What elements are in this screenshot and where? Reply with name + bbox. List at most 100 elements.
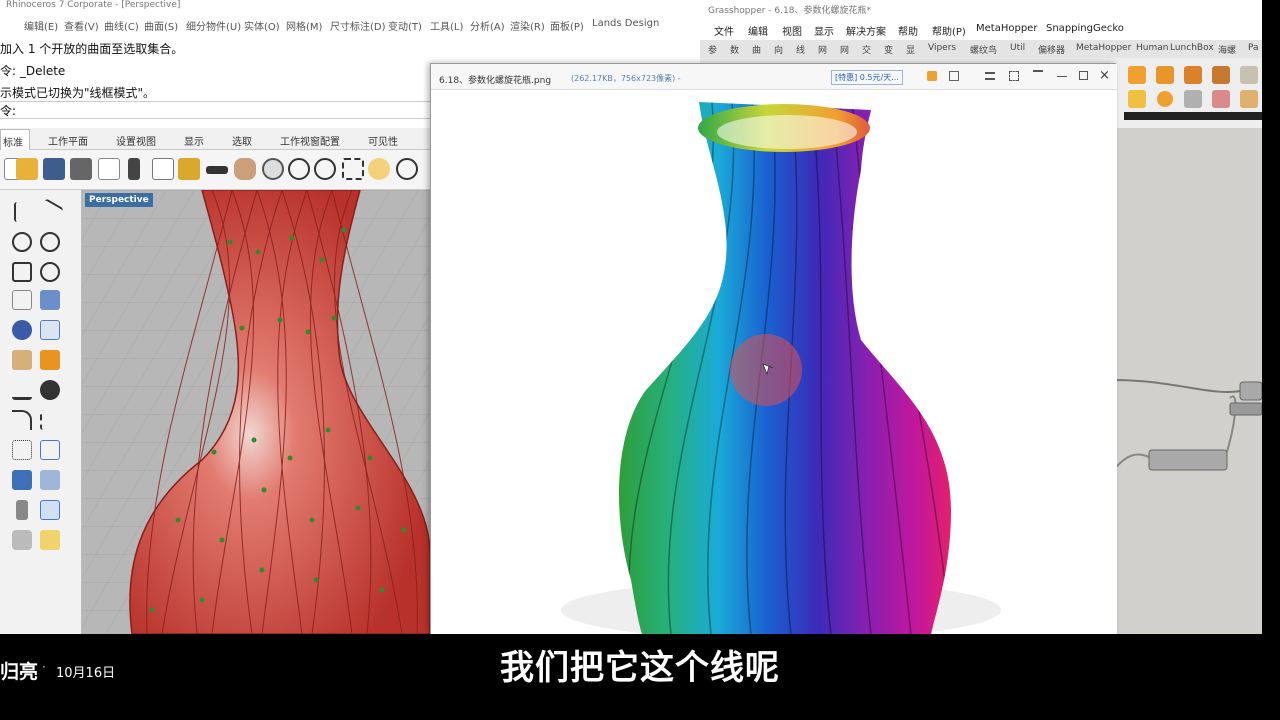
gh-tab[interactable]: Pa	[1248, 43, 1259, 53]
menu-item[interactable]: 实体(O)	[244, 18, 280, 33]
menu-item[interactable]: 工具(L)	[430, 18, 463, 33]
gh-tab[interactable]: 曲	[752, 43, 761, 56]
tab-cplanes[interactable]: 工作平面	[48, 133, 88, 148]
shade-icon[interactable]	[12, 530, 32, 550]
gh-tab[interactable]: MetaHopper	[1076, 43, 1131, 53]
window-icon[interactable]	[949, 71, 959, 81]
gh-tab[interactable]: Human	[1136, 43, 1168, 53]
copy-icon[interactable]	[152, 158, 174, 180]
array-icon[interactable]	[40, 440, 60, 460]
minimize-icon[interactable]	[1057, 76, 1067, 77]
menu-item[interactable]: 编辑(E)	[24, 18, 58, 33]
menu-item[interactable]: 分析(A)	[470, 18, 505, 33]
gh-menu-item[interactable]: 视图	[782, 23, 802, 38]
menu-item[interactable]: 渲染(R)	[510, 18, 545, 33]
gh-menu-item[interactable]: 帮助(P)	[932, 23, 966, 38]
menu-item[interactable]: 细分物件(U)	[186, 18, 241, 33]
gh-menu-item[interactable]: 文件	[714, 23, 734, 38]
polyline-icon[interactable]	[36, 198, 64, 226]
grasshopper-canvas[interactable]	[1114, 128, 1263, 634]
gh-menu-item[interactable]: 帮助	[898, 23, 918, 38]
dimension-icon[interactable]	[12, 380, 32, 400]
menu-item[interactable]: 尺寸标注(D)	[330, 18, 386, 33]
perspective-viewport[interactable]: Perspective	[82, 190, 430, 634]
zoom-extents-icon[interactable]	[342, 158, 364, 180]
pan-hand-icon[interactable]	[234, 158, 256, 180]
gh-menu-item[interactable]: MetaHopper	[976, 23, 1037, 34]
tab-viewport-layout[interactable]: 工作视窗配置	[280, 133, 340, 148]
gh-menu-item[interactable]: 解决方案	[846, 23, 886, 38]
rotate-view-icon[interactable]	[262, 158, 284, 180]
zoom-selected-icon[interactable]	[368, 158, 390, 180]
gh-tab[interactable]: 网	[840, 43, 849, 56]
menu-icon[interactable]	[985, 72, 995, 80]
viewer-ad-link[interactable]: [特惠] 0.5元/天...	[831, 70, 903, 85]
menu-item[interactable]: 面板(P)	[550, 18, 584, 33]
gh-tab[interactable]: LunchBox	[1170, 43, 1214, 53]
open-folder-icon[interactable]	[16, 158, 38, 180]
move-icon[interactable]	[12, 440, 32, 460]
gh-tab[interactable]: Util	[1010, 43, 1025, 53]
tab-display[interactable]: 显示	[184, 133, 204, 148]
undo-view-icon[interactable]	[396, 158, 418, 180]
split-icon[interactable]	[40, 500, 60, 520]
rectangle-icon[interactable]	[12, 262, 32, 282]
planar-surface-icon[interactable]	[40, 290, 60, 310]
undo-icon[interactable]	[206, 166, 228, 174]
paste-icon[interactable]	[178, 158, 200, 180]
tab-set-view[interactable]: 设置视图	[116, 133, 156, 148]
circle-icon[interactable]	[12, 232, 32, 252]
menu-item[interactable]: 曲线(C)	[104, 18, 139, 33]
tab-select[interactable]: 选取	[232, 133, 252, 148]
import-icon[interactable]	[98, 158, 120, 180]
close-icon[interactable]: ×	[1099, 68, 1110, 83]
zoom-icon[interactable]	[288, 158, 310, 180]
gh-tab[interactable]: 网	[818, 43, 827, 56]
boolean-icon[interactable]	[40, 380, 60, 400]
gh-tab[interactable]: 向	[774, 43, 783, 56]
menu-item[interactable]: Lands Design	[592, 18, 659, 29]
maximize-icon[interactable]	[1079, 71, 1088, 80]
viewport-label[interactable]: Perspective	[85, 193, 153, 207]
sphere-icon[interactable]	[12, 320, 32, 340]
gh-menu-item[interactable]: 编辑	[748, 23, 768, 38]
gh-menu-item[interactable]: SnappingGecko	[1046, 23, 1124, 34]
viewer-image-area[interactable]	[431, 90, 1117, 635]
arc-icon[interactable]	[40, 262, 60, 282]
extrude-icon[interactable]	[40, 470, 60, 490]
fillet-icon[interactable]	[12, 410, 32, 430]
cylinder-icon[interactable]	[40, 320, 60, 340]
menu-item[interactable]: 变动(T)	[388, 18, 422, 33]
explode-icon[interactable]	[40, 350, 60, 370]
menu-item[interactable]: 查看(V)	[64, 18, 99, 33]
pin-icon[interactable]	[1033, 70, 1043, 80]
print-icon[interactable]	[70, 158, 92, 180]
box-icon[interactable]	[12, 470, 32, 490]
gh-tab[interactable]: 线	[796, 43, 805, 56]
gh-tab[interactable]: 交	[862, 43, 871, 56]
ellipse-icon[interactable]	[40, 232, 60, 252]
gh-menu-item[interactable]: 显示	[814, 23, 834, 38]
tab-visibility[interactable]: 可见性	[368, 133, 398, 148]
surface-icon[interactable]	[12, 290, 32, 310]
mesh-icon[interactable]	[12, 350, 32, 370]
menu-item[interactable]: 网格(M)	[286, 18, 322, 33]
gh-tab[interactable]: 偏移器	[1038, 43, 1065, 56]
gh-tab[interactable]: 变	[884, 43, 893, 56]
tab-standard[interactable]: 标准	[0, 129, 30, 150]
menu-item[interactable]: 曲面(S)	[144, 18, 178, 33]
zoom-window-icon[interactable]	[314, 158, 336, 180]
cut-icon[interactable]	[128, 158, 140, 180]
gh-tab[interactable]: 参	[708, 43, 717, 56]
crown-icon[interactable]	[927, 71, 937, 81]
gh-tab[interactable]: 海螺	[1218, 43, 1236, 56]
gh-tab[interactable]: 数	[730, 43, 739, 56]
point-icon[interactable]	[14, 202, 34, 222]
gh-tab[interactable]: Vipers	[928, 43, 956, 53]
trim-icon[interactable]	[16, 500, 28, 520]
gh-tab[interactable]: 显	[906, 43, 915, 56]
save-icon[interactable]	[43, 158, 65, 180]
gh-tab[interactable]: 螺纹鸟	[970, 43, 997, 56]
fullscreen-icon[interactable]	[1009, 71, 1019, 81]
light-icon[interactable]	[40, 530, 60, 550]
